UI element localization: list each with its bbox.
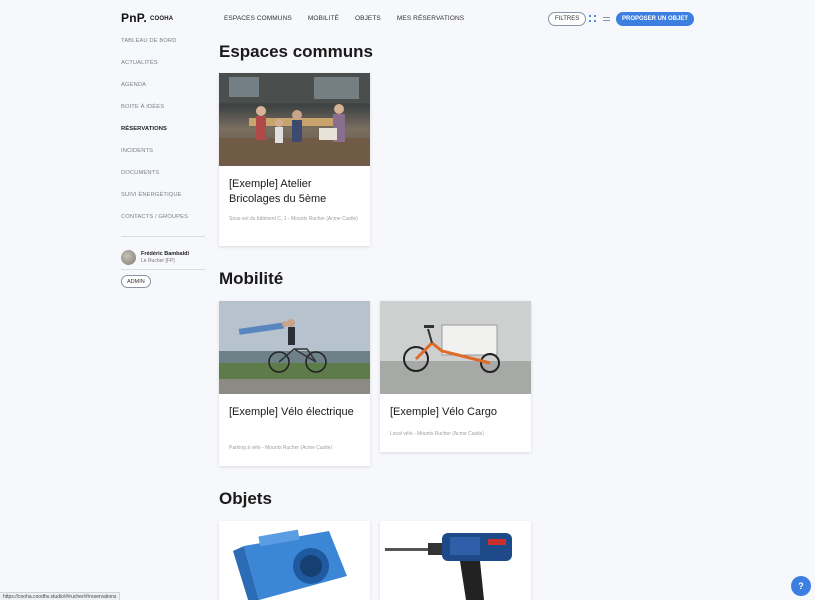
sidebar-item-boite-a-idees[interactable]: Boite à idées [121,104,164,110]
resource-card[interactable] [380,521,531,600]
avatar[interactable] [121,250,136,265]
filters-button[interactable]: Filtres [548,12,587,26]
sidebar-divider [121,236,205,237]
nav-mes-reservations[interactable]: Mes réservations [397,15,464,22]
admin-button[interactable]: Admin [121,275,151,288]
top-bar: PnP. COOHA Espaces communs Mobilité Objet… [0,0,815,38]
section-title-espaces-communs: Espaces communs [219,42,374,61]
card-title: [Exemple] Vélo électrique [229,406,354,418]
sidebar-item-reservations[interactable]: Réservations [121,126,167,132]
card-title: [Exemple] Atelier Bricolages du 5ème [229,178,327,205]
velo-photo [219,301,370,394]
drill-photo [380,521,531,600]
nav-objets[interactable]: Objets [355,15,381,22]
list-view-icon[interactable] [603,16,610,22]
sidebar-item-contacts-groupes[interactable]: Contacts / Groupes [121,214,188,220]
sidebar-item-actualites[interactable]: Actualités [121,60,158,66]
card-location: Sous-sol du bâtiment C, 1 - Mounts Ruche… [229,216,358,222]
propose-object-button[interactable]: Proposer un objet [616,12,695,26]
help-button[interactable]: ? [791,576,811,596]
user-role: Le Rucher [FP] [141,258,175,264]
sidebar-item-tableau-de-bord[interactable]: Tableau de bord [121,38,177,44]
resource-card[interactable]: [Exemple] Vélo électrique Parking à vélo… [219,301,370,466]
logo-text: PnP. [121,11,147,25]
main-nav: Espaces communs Mobilité Objets Mes rése… [224,15,480,22]
section-title-mobilite: Mobilité [219,269,284,288]
resource-card[interactable] [219,521,370,600]
resource-card[interactable]: [Exemple] Atelier Bricolages du 5ème Sou… [219,73,370,246]
section-title-objets: Objets [219,489,272,508]
status-bar-url: https://cooha.coodhs.studio/#/rucher/#/r… [0,592,121,600]
nav-mobilite[interactable]: Mobilité [308,15,339,22]
card-location: Local vélo - Mounts Rucher (Acme Castle) [390,431,484,437]
logo-subtext: COOHA [149,16,174,22]
sidebar-item-documents[interactable]: Documents [121,170,159,176]
resource-card[interactable]: [Exemple] Vélo Cargo Local vélo - Mounts… [380,301,531,452]
app-logo[interactable]: PnP. COOHA [121,11,173,25]
sidebar-item-agenda[interactable]: Agenda [121,82,146,88]
sidebar-divider [121,269,205,270]
atelier-photo [219,73,370,166]
grid-view-icon[interactable] [589,15,596,22]
sharpener-photo [219,521,370,600]
cargo-photo [380,301,531,394]
card-location: Parking à vélo - Mounts Rucher (Acme Cas… [229,445,333,451]
card-title: [Exemple] Vélo Cargo [390,406,497,418]
nav-espaces-communs[interactable]: Espaces communs [224,15,292,22]
user-name: Frédéric Bambaldi [141,251,189,257]
sidebar-item-incidents[interactable]: Incidents [121,148,153,154]
sidebar-item-suivi-energetique[interactable]: Suivi énergétique [121,192,182,198]
